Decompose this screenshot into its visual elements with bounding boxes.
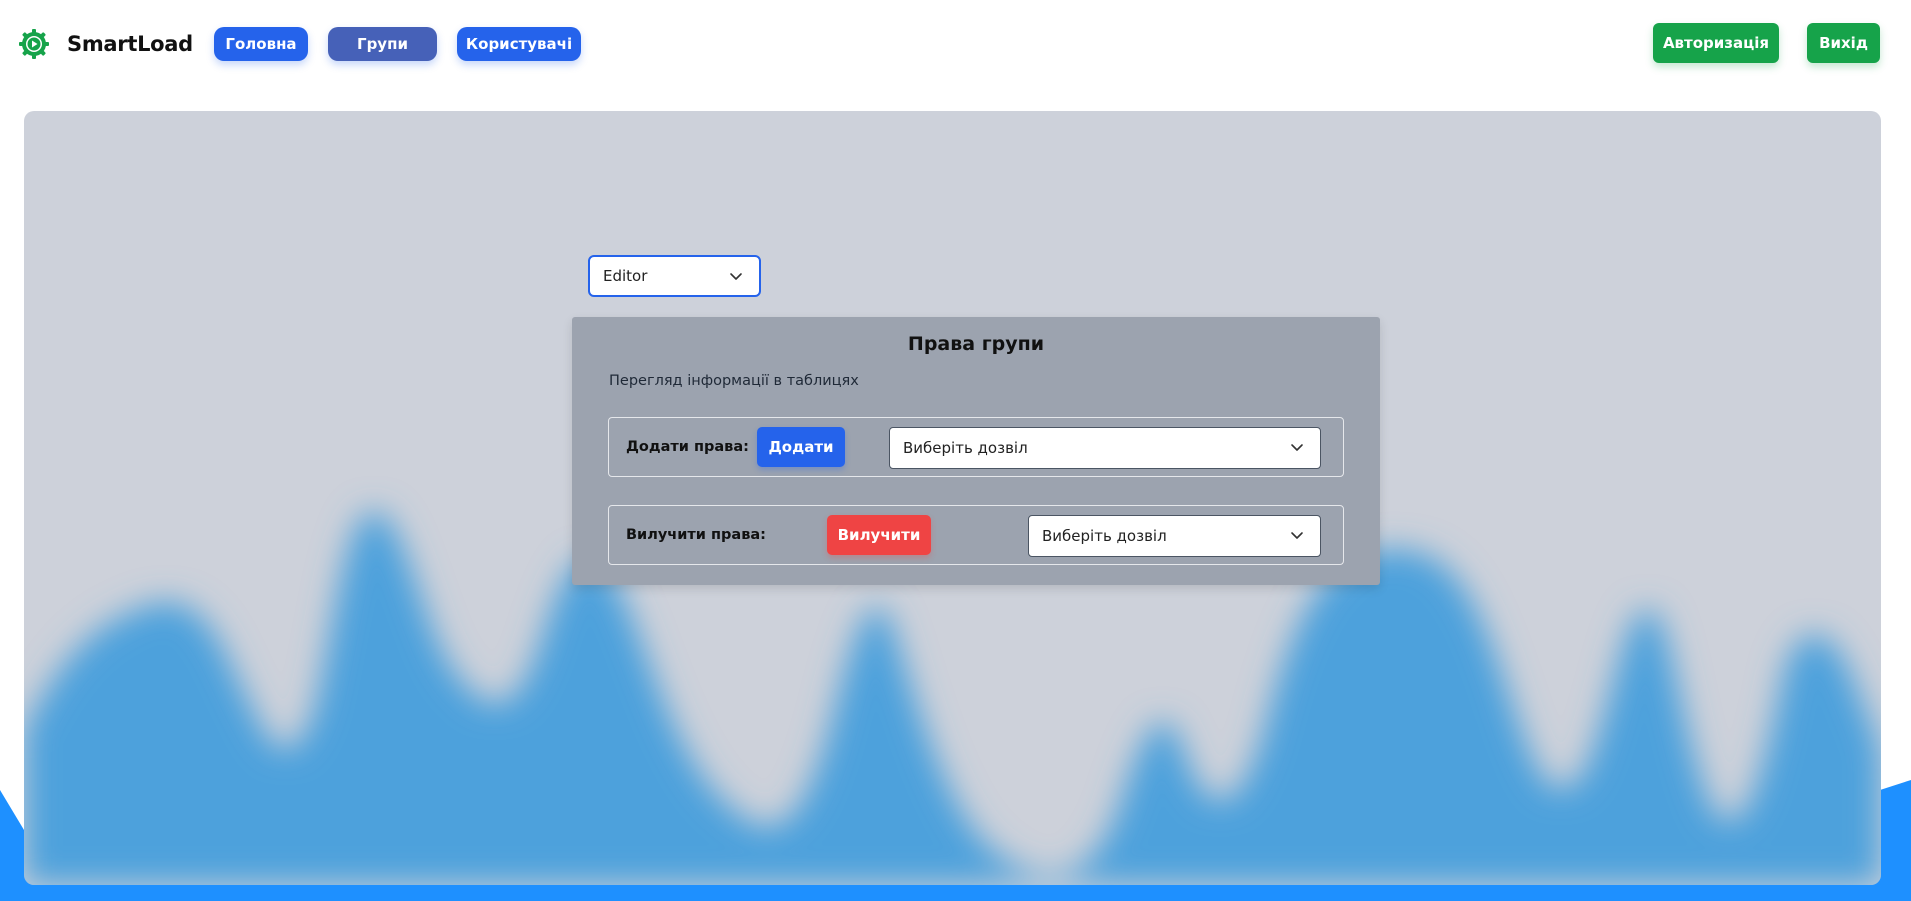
remove-rights-label: Вилучити права: <box>626 527 766 543</box>
remove-button[interactable]: Вилучити <box>827 515 931 555</box>
nav-groups-button[interactable]: Групи <box>328 27 437 61</box>
add-permission-placeholder: Виберіть дозвіл <box>903 439 1028 457</box>
top-header: SmartLoad Головна Групи Користувачі Авто… <box>0 0 1911 92</box>
card-title: Права групи <box>907 333 1045 355</box>
app-name: SmartLoad <box>67 32 193 56</box>
main-panel: Editor Права групи Перегляд інформації в… <box>24 111 1881 885</box>
exit-button[interactable]: Вихід <box>1807 23 1880 63</box>
chevron-down-icon <box>730 273 742 280</box>
chevron-down-icon <box>1291 532 1303 539</box>
nav-main-button[interactable]: Головна <box>214 27 308 61</box>
remove-permission-placeholder: Виберіть дозвіл <box>1042 527 1167 545</box>
remove-permission-select[interactable]: Виберіть дозвіл <box>1028 515 1321 557</box>
add-rights-label: Додати права: <box>626 439 749 455</box>
chevron-down-icon <box>1291 444 1303 451</box>
nav-users-button[interactable]: Користувачі <box>457 27 581 61</box>
permission-description: Перегляд інформації в таблицях <box>609 373 859 389</box>
remove-rights-row: Вилучити права: Вилучити Виберіть дозвіл <box>608 505 1344 565</box>
group-rights-card: Права групи Перегляд інформації в таблиц… <box>572 317 1380 585</box>
add-button[interactable]: Додати <box>757 427 845 467</box>
group-select-value: Editor <box>603 267 648 285</box>
add-permission-select[interactable]: Виберіть дозвіл <box>889 427 1321 469</box>
group-select[interactable]: Editor <box>588 255 761 297</box>
logo[interactable]: SmartLoad <box>18 28 193 60</box>
auth-button[interactable]: Авторизація <box>1653 23 1779 63</box>
add-rights-row: Додати права: Додати Виберіть дозвіл <box>608 417 1344 477</box>
gear-play-icon <box>19 29 49 59</box>
